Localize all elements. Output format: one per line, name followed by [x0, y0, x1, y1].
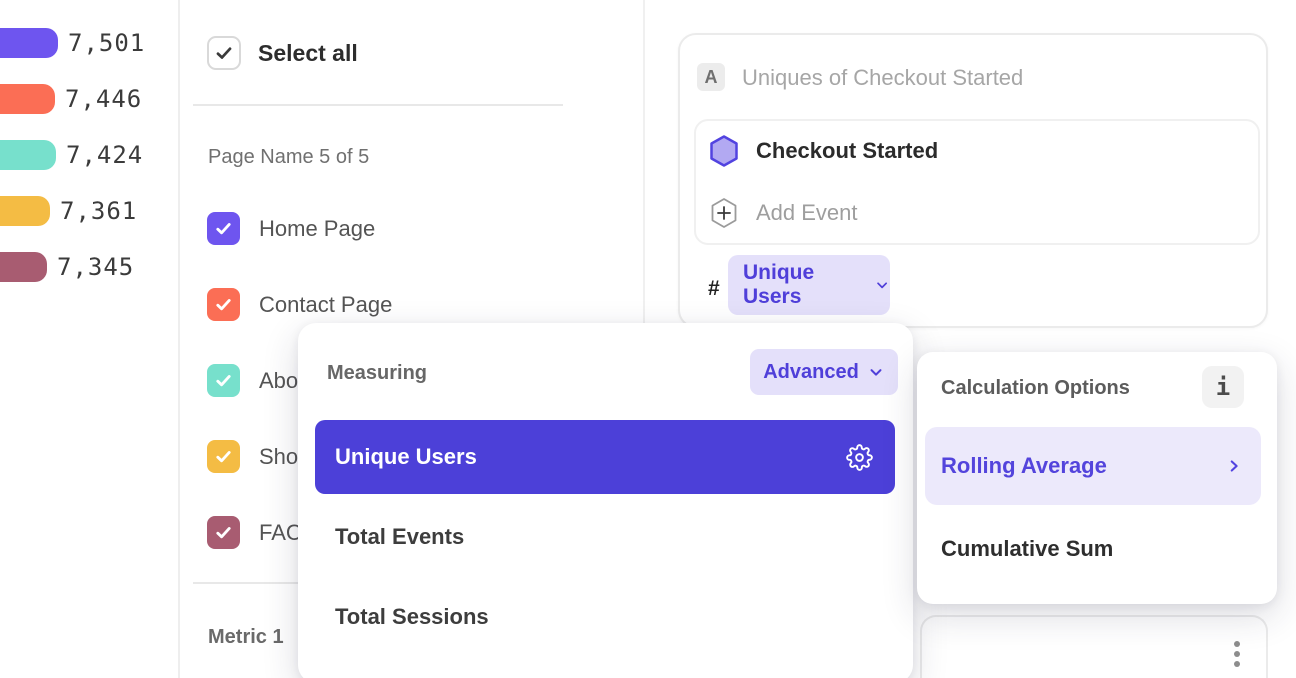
panel-divider-left [178, 0, 180, 678]
series-item-row: FAC [207, 516, 302, 549]
series-item-row: Sho [207, 440, 298, 473]
legend-bar-swatch [0, 28, 58, 58]
kebab-dot [1234, 661, 1240, 667]
legend-item: 7,446 [0, 84, 142, 114]
check-icon [214, 523, 233, 542]
series-item-label[interactable]: Home Page [259, 216, 375, 242]
legend-bar-swatch [0, 196, 50, 226]
legend-value: 7,446 [65, 85, 142, 113]
chevron-down-icon [874, 276, 890, 294]
legend-value: 7,501 [68, 29, 145, 57]
kebab-dot [1234, 651, 1240, 657]
measure-dropdown-value: Unique Users [743, 261, 865, 309]
legend-value: 7,345 [57, 253, 134, 281]
menu-option-label: Rolling Average [941, 453, 1107, 479]
measure-dropdown[interactable]: Unique Users [728, 255, 890, 315]
metric-row-badge: A [697, 63, 725, 91]
section-label: Page Name 5 of 5 [208, 146, 369, 169]
series-item-row: Home Page [207, 212, 375, 245]
select-all-label[interactable]: Select all [258, 40, 358, 67]
legend-item: 7,424 [0, 140, 143, 170]
next-section-card [920, 615, 1268, 678]
analytics-screen: 7,501 7,446 7,424 7,361 7,345 Se [0, 0, 1296, 678]
event-name[interactable]: Checkout Started [756, 138, 938, 164]
series-item-label[interactable]: Contact Page [259, 292, 392, 318]
add-event-label[interactable]: Add Event [756, 200, 858, 226]
legend-item: 7,501 [0, 28, 145, 58]
select-all-row: Select all [207, 36, 358, 70]
measuring-menu: Measuring Advanced Unique Users Total Ev… [298, 323, 913, 678]
menu-option-cumulative-sum[interactable]: Cumulative Sum [941, 536, 1113, 562]
check-icon [214, 43, 234, 63]
event-hexagon-icon [710, 135, 738, 167]
measuring-mode-value: Advanced [763, 361, 859, 384]
calculation-options-menu: Calculation Options i Rolling Average Cu… [917, 352, 1277, 604]
series-item-label[interactable]: FAC [259, 520, 302, 546]
legend-bar-swatch [0, 252, 47, 282]
menu-option-unique-users[interactable]: Unique Users [315, 420, 895, 494]
chevron-right-icon [1225, 457, 1243, 475]
check-icon [214, 219, 233, 238]
select-all-checkbox[interactable] [207, 36, 241, 70]
menu-option-total-sessions[interactable]: Total Sessions [315, 580, 895, 654]
series-checkbox[interactable] [207, 516, 240, 549]
check-icon [214, 447, 233, 466]
calculation-options-title: Calculation Options [941, 377, 1130, 400]
series-item-row: Abo [207, 364, 298, 397]
series-item-label[interactable]: Sho [259, 444, 298, 470]
legend-item: 7,361 [0, 196, 137, 226]
query-builder-card: A Uniques of Checkout Started Checkout S… [678, 33, 1268, 328]
kebab-dot [1234, 641, 1240, 647]
chevron-down-icon [867, 363, 885, 381]
series-checkbox[interactable] [207, 288, 240, 321]
legend-bar-swatch [0, 140, 56, 170]
menu-option-rolling-average[interactable]: Rolling Average [925, 427, 1261, 505]
check-icon [214, 371, 233, 390]
metric-label: Metric 1 [208, 626, 284, 649]
legend-bar-swatch [0, 84, 55, 114]
metric-name-input[interactable]: Uniques of Checkout Started [742, 65, 1023, 91]
check-icon [214, 295, 233, 314]
series-item-row: Contact Page [207, 288, 392, 321]
series-checkbox[interactable] [207, 440, 240, 473]
measuring-menu-title: Measuring [327, 362, 427, 385]
gear-icon[interactable] [846, 444, 873, 471]
add-event-icon [710, 197, 738, 229]
kebab-menu-button[interactable] [1234, 641, 1240, 667]
legend-item: 7,345 [0, 252, 134, 282]
legend-value: 7,361 [60, 197, 137, 225]
series-checkbox[interactable] [207, 364, 240, 397]
menu-option-total-events[interactable]: Total Events [315, 500, 895, 574]
measuring-mode-dropdown[interactable]: Advanced [750, 349, 898, 395]
event-row[interactable]: Checkout Started [710, 135, 938, 167]
info-button[interactable]: i [1202, 366, 1244, 408]
measure-type-symbol: # [708, 277, 720, 301]
legend-value: 7,424 [66, 141, 143, 169]
menu-option-label: Total Sessions [335, 604, 489, 630]
series-checkbox[interactable] [207, 212, 240, 245]
menu-option-label: Unique Users [335, 444, 477, 470]
series-item-label[interactable]: Abo [259, 368, 298, 394]
add-event-row[interactable]: Add Event [710, 197, 858, 229]
section-divider [193, 104, 563, 106]
menu-option-label: Total Events [335, 524, 464, 550]
event-card: Checkout Started Add Event [694, 119, 1260, 245]
